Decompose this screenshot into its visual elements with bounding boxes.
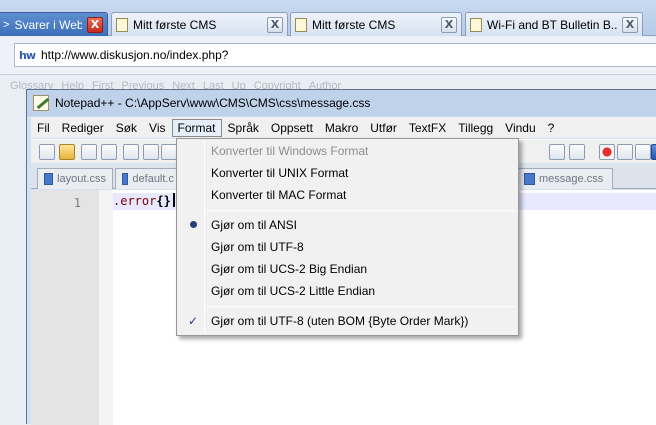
radio-selected-icon (185, 214, 201, 236)
indent-guide-icon[interactable] (549, 144, 565, 160)
file-tab-default[interactable]: default.c (115, 168, 181, 189)
menu-utfor[interactable]: Utfør (364, 119, 403, 137)
file-icon (122, 173, 129, 185)
css-selector: .error (113, 194, 157, 208)
checkmark-icon: ✓ (187, 314, 199, 328)
open-file-icon[interactable] (59, 144, 75, 160)
browser-tab-strip: > Svarer i Webd... X Mitt første CMS X M… (0, 0, 656, 36)
browser-tab-label: Svarer i Webd... (14, 17, 82, 32)
browser-tab-label: Mitt første CMS (312, 17, 396, 32)
line-number-gutter: 1 (31, 190, 99, 425)
document-icon (116, 17, 128, 32)
browser-tab-cms-2[interactable]: Mitt første CMS X (290, 12, 462, 36)
document-icon (470, 17, 482, 32)
close-file-icon[interactable] (123, 144, 139, 160)
address-bar: hw http://www.diskusjon.no/index.php? (0, 37, 656, 75)
menu-item-label: Gjør om til UCS-2 Big Endian (211, 262, 368, 276)
menu-item-label: Konverter til Windows Format (211, 144, 369, 158)
browser-tab-cms-1[interactable]: Mitt første CMS X (111, 12, 288, 36)
menu-format[interactable]: Format (171, 118, 222, 137)
url-field[interactable]: hw http://www.diskusjon.no/index.php? (14, 43, 656, 67)
close-tab-icon[interactable]: X (87, 16, 103, 33)
close-tab-icon[interactable]: X (622, 16, 638, 33)
file-tab-message[interactable]: message.css (517, 168, 613, 189)
menu-item-label: Gjør om til UTF-8 (211, 240, 304, 254)
save-icon[interactable] (81, 144, 97, 160)
url-text[interactable]: http://www.diskusjon.no/index.php? (41, 48, 228, 62)
line-number: 1 (73, 196, 81, 210)
window-title-bar[interactable]: Notepad++ - C:\AppServ\www\CMS\CMS\css\m… (27, 90, 656, 116)
menu-separator (207, 210, 515, 211)
browser-tab-wifi[interactable]: Wi-Fi and BT Bulletin B... X (465, 12, 643, 36)
stop-macro-icon[interactable] (617, 144, 633, 160)
css-braces: {} (156, 194, 171, 208)
new-file-icon[interactable] (39, 144, 55, 160)
file-tab-layout[interactable]: layout.css (37, 168, 113, 189)
text-caret (172, 193, 175, 207)
menu-vindu[interactable]: Vindu (499, 119, 541, 137)
menu-item-ucs2-little-endian[interactable]: Gjør om til UCS-2 Little Endian (179, 280, 516, 302)
menu-help[interactable]: ? (542, 119, 561, 137)
word-wrap-icon[interactable] (569, 144, 585, 160)
close-tab-icon[interactable]: X (267, 16, 283, 33)
file-tab-label: default.c (132, 173, 174, 185)
menu-item-utf8[interactable]: Gjør om til UTF-8 (179, 236, 516, 258)
menu-item-label: Konverter til MAC Format (211, 188, 347, 202)
record-macro-icon[interactable] (599, 144, 615, 160)
browser-tab-label: Wi-Fi and BT Bulletin B... (487, 17, 617, 32)
menu-item-ansi[interactable]: Gjør om til ANSI (179, 214, 516, 236)
format-menu-dropdown: Konverter til Windows Format Konverter t… (176, 138, 519, 336)
menu-item-label: Gjør om til UTF-8 (uten BOM {Byte Order … (211, 314, 469, 328)
close-tab-icon[interactable]: X (441, 16, 457, 33)
notepad-app-icon (33, 95, 49, 111)
menu-vis[interactable]: Vis (143, 119, 171, 137)
menu-item-label: Gjør om til ANSI (211, 218, 298, 232)
window-title: Notepad++ - C:\AppServ\www\CMS\CMS\css\m… (55, 96, 371, 110)
play-macro-icon[interactable] (635, 144, 651, 160)
run-macro-multiple-icon[interactable] (651, 144, 656, 160)
file-icon (524, 173, 535, 185)
menu-item-label: Gjør om til UCS-2 Little Endian (211, 284, 376, 298)
menu-item-convert-windows[interactable]: Konverter til Windows Format (179, 140, 516, 162)
browser-tab-label: Mitt første CMS (133, 17, 217, 32)
menu-oppsett[interactable]: Oppsett (265, 119, 319, 137)
browser-tab-svarer[interactable]: > Svarer i Webd... X (0, 12, 108, 36)
menu-makro[interactable]: Makro (319, 119, 364, 137)
menu-textfx[interactable]: TextFX (403, 119, 452, 137)
file-tab-label: layout.css (57, 173, 106, 185)
file-tab-label: message.css (539, 173, 604, 185)
save-all-icon[interactable] (101, 144, 117, 160)
menu-rediger[interactable]: Rediger (56, 119, 110, 137)
menu-fil[interactable]: Fil (31, 119, 56, 137)
menu-item-convert-mac[interactable]: Konverter til MAC Format (179, 184, 516, 206)
menu-item-label: Konverter til UNIX Format (211, 166, 349, 180)
file-icon (44, 173, 54, 185)
close-all-icon[interactable] (143, 144, 159, 160)
menu-tillegg[interactable]: Tillegg (452, 119, 499, 137)
menu-item-ucs2-big-endian[interactable]: Gjør om til UCS-2 Big Endian (179, 258, 516, 280)
menu-sprak[interactable]: Språk (222, 119, 265, 137)
menu-item-convert-unix[interactable]: Konverter til UNIX Format (179, 162, 516, 184)
menu-bar: Fil Rediger Søk Vis Format Språk Oppsett… (31, 117, 656, 138)
menu-separator (207, 306, 515, 307)
menu-item-utf8-no-bom[interactable]: ✓ Gjør om til UTF-8 (uten BOM {Byte Orde… (179, 310, 516, 332)
tab-arrow-icon: > (3, 18, 10, 31)
menu-sok[interactable]: Søk (110, 119, 143, 137)
print-icon[interactable] (161, 144, 177, 160)
fold-margin (99, 190, 113, 425)
site-favicon-icon: hw (19, 48, 36, 62)
document-icon (295, 17, 307, 32)
